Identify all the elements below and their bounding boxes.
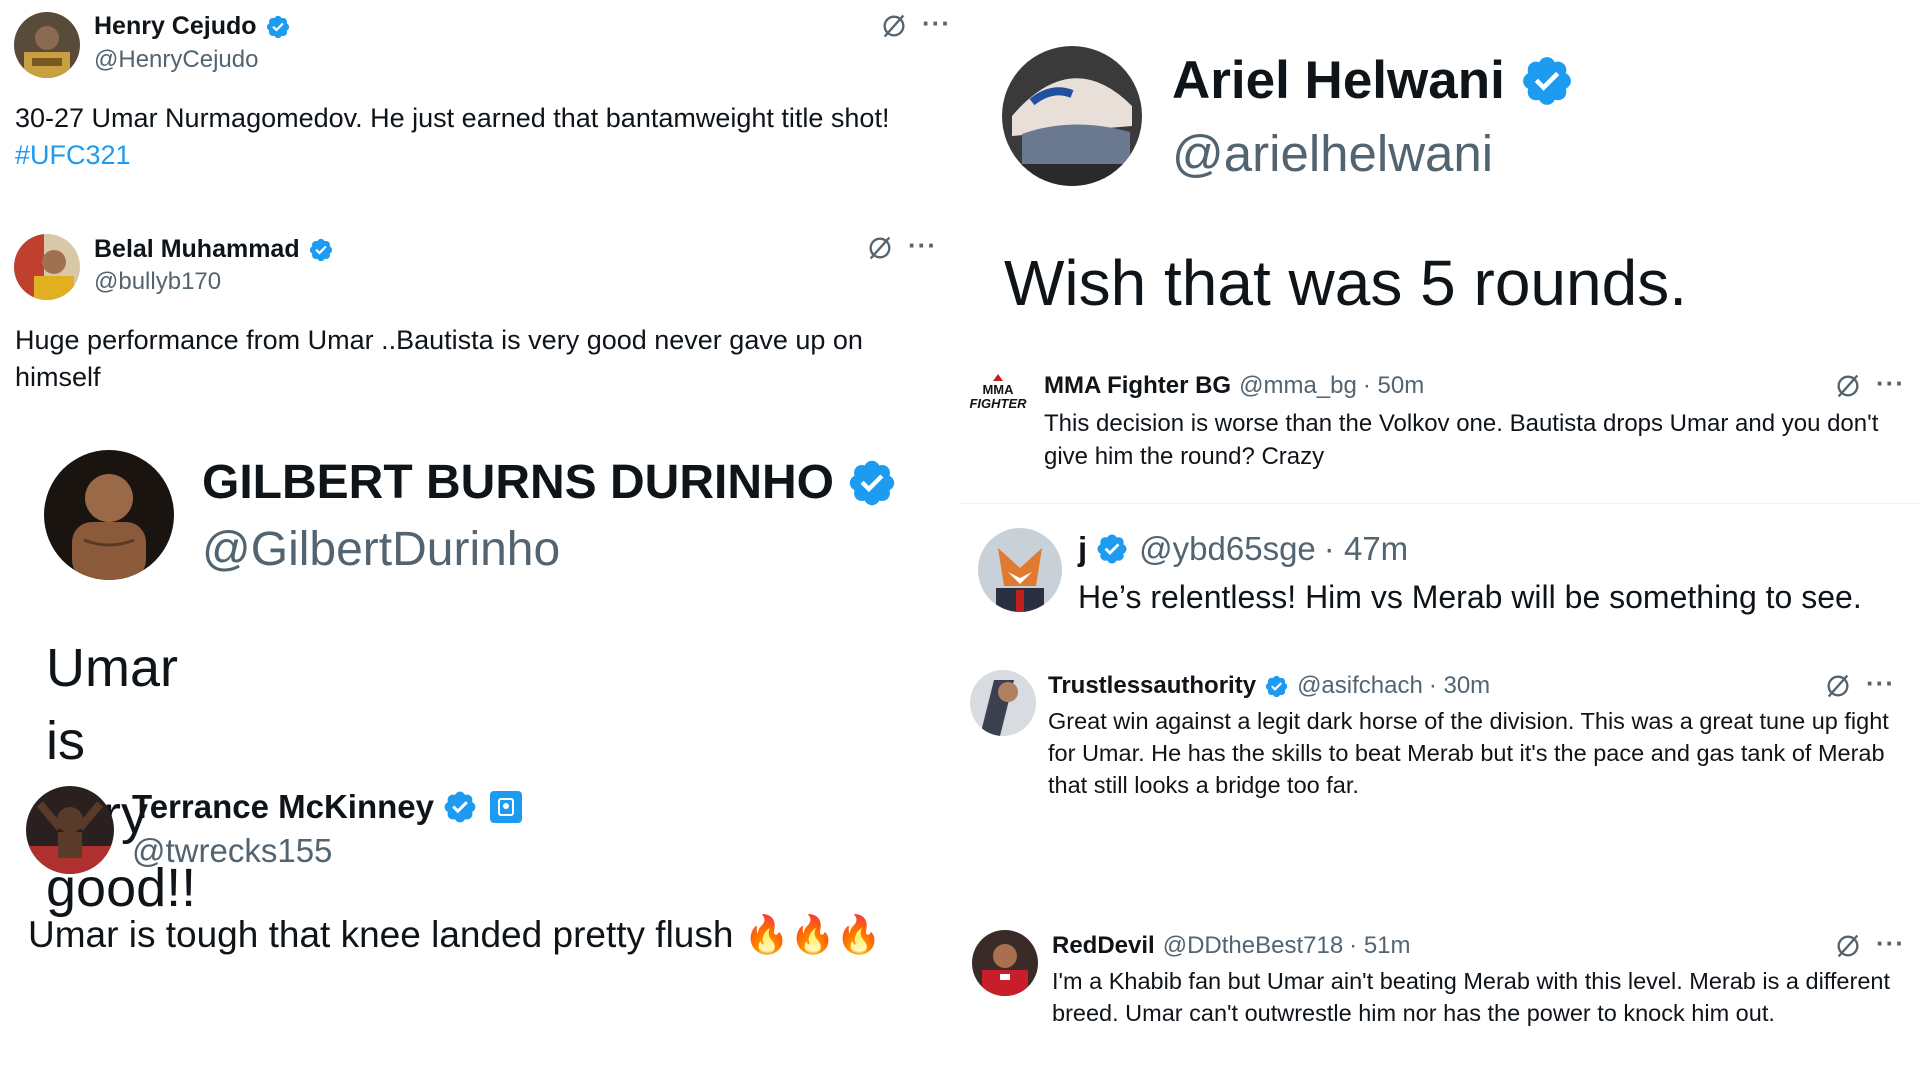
author-handle[interactable]: @bullyb170 [94, 268, 221, 296]
timestamp[interactable]: · 30m [1429, 672, 1490, 700]
author-name[interactable]: GILBERT BURNS DURINHO [202, 455, 898, 510]
avatar[interactable] [44, 450, 174, 580]
timestamp[interactable]: · 47m [1324, 530, 1408, 568]
timestamp[interactable]: · 50m [1363, 372, 1424, 400]
author-handle[interactable]: @arielhelwani [1172, 124, 1493, 183]
more-options-icon[interactable]: ··· [922, 10, 951, 36]
verified-badge-icon [308, 237, 334, 263]
author-name[interactable]: Trustlessauthority @asifchach · 30m [1048, 672, 1490, 700]
tweet-text: Huge performance from Umar ..Bautista is… [15, 325, 863, 392]
tweet-text: Wish that was 5 rounds. [1004, 247, 1687, 319]
more-options-icon[interactable]: ··· [1866, 670, 1895, 696]
mma-fighter-logo[interactable]: MMA FIGHTER [966, 374, 1030, 424]
tweet-text: I'm a Khabib fan but Umar ain't beating … [1052, 968, 1890, 1026]
more-options-icon[interactable]: ··· [908, 232, 937, 258]
divider [960, 503, 1920, 504]
more-options-icon[interactable]: ··· [1876, 370, 1905, 396]
author-handle[interactable]: @twrecks155 [132, 832, 332, 870]
tweet-text: Umar is tough that knee landed pretty fl… [28, 913, 882, 956]
tweet-text: Great win against a legit dark horse of … [1048, 708, 1889, 798]
grok-icon[interactable] [866, 234, 894, 262]
author-name[interactable]: Terrance McKinney [132, 788, 522, 826]
verified-badge-icon [1095, 532, 1129, 566]
verified-badge-icon [265, 14, 291, 40]
verified-badge-icon [1264, 674, 1289, 699]
avatar[interactable] [972, 930, 1038, 996]
grok-icon[interactable] [1834, 932, 1862, 960]
avatar[interactable] [14, 12, 80, 78]
author-name[interactable]: Ariel Helwani [1172, 50, 1575, 111]
tweet-text: This decision is worse than the Volkov o… [1044, 410, 1879, 470]
author-handle[interactable]: @GilbertDurinho [202, 522, 560, 577]
more-options-icon[interactable]: ··· [1876, 930, 1905, 956]
avatar[interactable] [970, 670, 1036, 736]
author-handle[interactable]: @mma_bg [1239, 372, 1357, 400]
grok-icon[interactable] [1834, 372, 1862, 400]
fire-emoji: 🔥🔥🔥 [743, 913, 882, 956]
avatar[interactable] [978, 528, 1062, 612]
author-name[interactable]: j @ybd65sge · 47m [1078, 530, 1408, 568]
author-name[interactable]: Henry Cejudo [94, 12, 291, 41]
hashtag-link[interactable]: #UFC321 [15, 140, 131, 170]
avatar[interactable] [1002, 46, 1142, 186]
logo-text-bottom: FIGHTER [969, 395, 1027, 411]
author-handle[interactable]: @HenryCejudo [94, 46, 258, 74]
avatar[interactable] [26, 786, 114, 874]
verified-badge-icon [846, 457, 898, 509]
author-name[interactable]: MMA Fighter BG @mma_bg · 50m [1044, 372, 1424, 400]
grok-icon[interactable] [880, 12, 908, 40]
tweet-text: Umar is very good!! [46, 638, 197, 919]
author-handle[interactable]: @asifchach [1297, 672, 1423, 700]
author-handle[interactable]: @ybd65sge [1139, 530, 1316, 568]
author-handle[interactable]: @DDtheBest718 [1163, 932, 1343, 960]
timestamp[interactable]: · 51m [1349, 932, 1410, 960]
logo-text-top: MMA [982, 382, 1014, 397]
tweet-text: 30-27 Umar Nurmagomedov. He just earned … [15, 103, 890, 170]
avatar[interactable] [14, 234, 80, 300]
affiliate-badge-icon [490, 791, 522, 823]
tweet-text: He’s relentless! Him vs Merab will be so… [1078, 579, 1862, 615]
grok-icon[interactable] [1824, 672, 1852, 700]
author-name[interactable]: Belal Muhammad [94, 235, 334, 264]
author-name[interactable]: RedDevil @DDtheBest718 · 51m [1052, 932, 1411, 960]
verified-badge-icon [442, 789, 478, 825]
verified-badge-icon [1519, 53, 1575, 109]
